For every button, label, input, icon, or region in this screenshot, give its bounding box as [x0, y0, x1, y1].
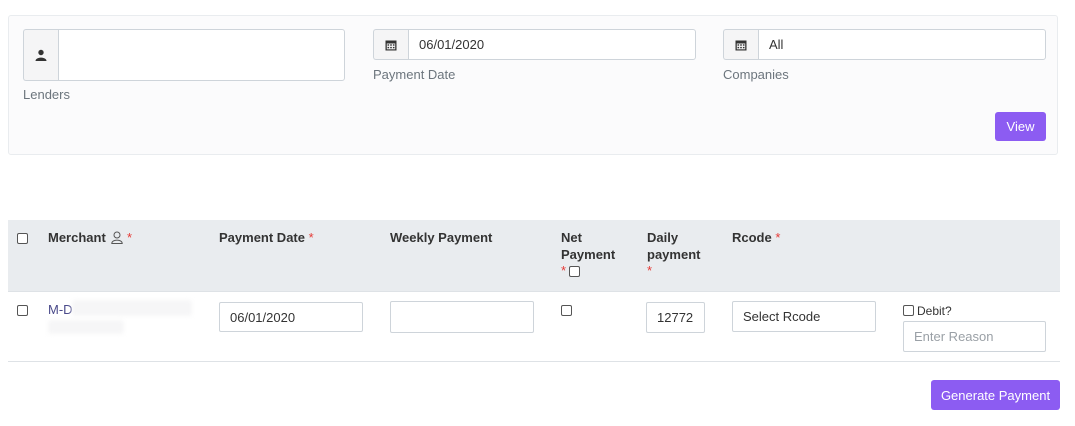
required-mark: *	[647, 263, 653, 278]
row-payment-date-input[interactable]: 06/01/2020	[219, 302, 363, 332]
daily-payment-header-line1: Daily	[647, 230, 679, 245]
rcode-select[interactable]: Select Rcode	[732, 301, 876, 332]
payment-date-label: Payment Date	[373, 67, 456, 82]
generate-payment-button[interactable]: Generate Payment	[931, 380, 1060, 410]
debit-checkbox[interactable]	[903, 305, 914, 316]
lenders-input[interactable]	[58, 29, 345, 81]
payment-date-header-label: Payment Date	[219, 230, 305, 245]
net-payment-header: Net Payment	[561, 229, 615, 263]
payment-date-input[interactable]: 06/01/2020	[408, 29, 696, 60]
reason-input[interactable]: Enter Reason	[903, 321, 1046, 352]
required-mark: *	[308, 230, 314, 245]
rcode-header-label: Rcode	[732, 230, 772, 245]
debit-label: Debit?	[917, 304, 952, 318]
companies-input-group: All	[723, 29, 1046, 60]
user-icon	[23, 29, 58, 81]
required-mark: *	[127, 230, 133, 245]
user-outline-icon	[111, 231, 124, 248]
required-mark: *	[561, 263, 567, 278]
payment-date-header: Payment Date *	[219, 229, 314, 246]
calendar-icon[interactable]	[723, 29, 758, 60]
merchant-header: Merchant *	[48, 229, 132, 248]
lenders-input-group	[23, 29, 345, 81]
rcode-header: Rcode *	[732, 229, 780, 246]
daily-payment-input[interactable]: 12772	[646, 302, 705, 333]
view-button[interactable]: View	[995, 112, 1046, 141]
companies-select[interactable]: All	[758, 29, 1046, 60]
lenders-label: Lenders	[23, 87, 70, 102]
payment-date-input-group: 06/01/2020	[373, 29, 696, 60]
daily-payment-header: Daily payment	[647, 229, 700, 263]
weekly-payment-header: Weekly Payment	[390, 230, 493, 245]
net-payment-select-all-checkbox[interactable]	[569, 266, 580, 277]
calendar-icon[interactable]	[373, 29, 408, 60]
redacted-merchant-detail	[48, 320, 124, 334]
net-payment-header-line2: Payment	[561, 247, 616, 262]
reason-placeholder: Enter Reason	[914, 329, 994, 344]
weekly-payment-input[interactable]	[390, 301, 534, 333]
select-all-checkbox[interactable]	[17, 233, 28, 244]
merchant-header-label: Merchant	[48, 230, 106, 245]
companies-label: Companies	[723, 67, 789, 82]
required-mark: *	[775, 230, 781, 245]
net-payment-header-line1: Net	[561, 230, 582, 245]
table-header	[8, 220, 1060, 292]
row-select-checkbox[interactable]	[17, 305, 28, 316]
daily-payment-header-line2: payment	[647, 247, 701, 262]
merchant-link[interactable]: M-D	[48, 302, 73, 317]
net-payment-checkbox[interactable]	[561, 305, 572, 316]
redacted-merchant-name	[72, 300, 192, 316]
